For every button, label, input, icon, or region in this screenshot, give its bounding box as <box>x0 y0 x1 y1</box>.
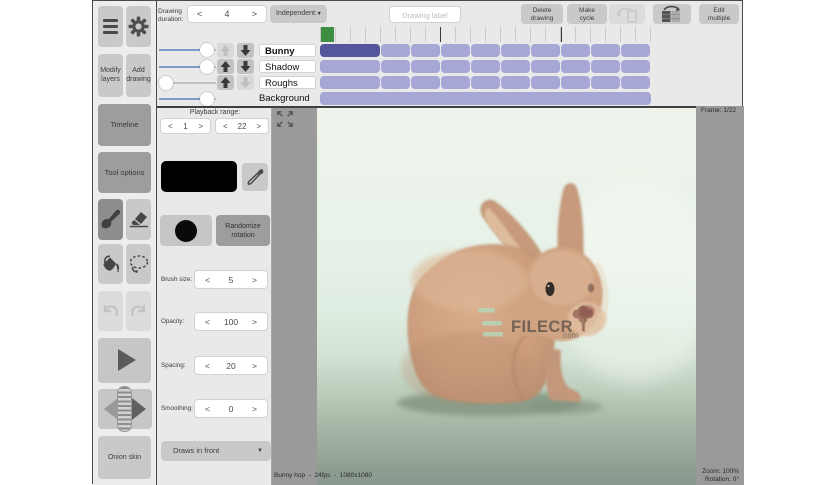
svg-text:.com: .com <box>561 331 579 340</box>
